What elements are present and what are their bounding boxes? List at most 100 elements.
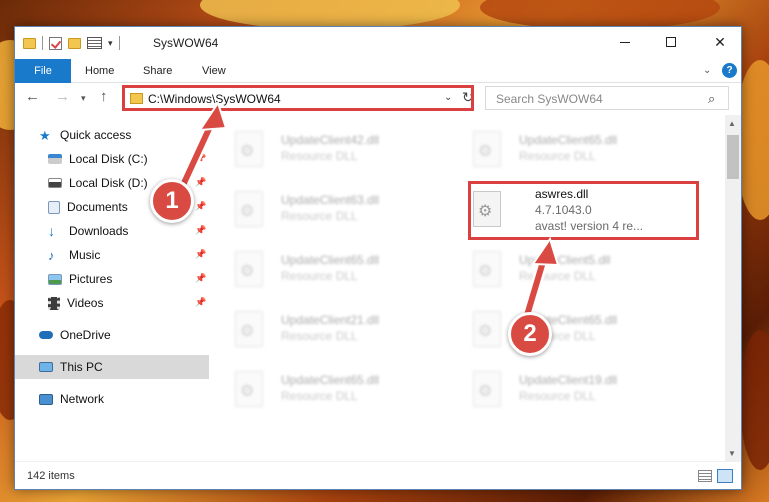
- pin-icon[interactable]: 📌: [195, 201, 206, 212]
- sidebar-item-music[interactable]: ♪ Music 📌: [15, 243, 209, 267]
- file-name: UpdateClient65.dll: [281, 373, 380, 387]
- minimize-icon: [620, 41, 630, 43]
- file-tile[interactable]: UpdateClient21.dll Resource DLL: [211, 303, 431, 359]
- file-name: aswres.dll: [535, 187, 589, 201]
- file-name: UpdateClient5.dll: [519, 253, 611, 267]
- file-name: UpdateClient65.dll: [281, 253, 380, 267]
- back-arrow-icon[interactable]: ←: [25, 88, 40, 105]
- checkmark-icon[interactable]: [49, 36, 62, 50]
- status-bar: 142 items: [15, 461, 741, 489]
- details-view-icon[interactable]: [698, 470, 712, 482]
- properties-icon[interactable]: [87, 37, 102, 49]
- dll-file-icon: [235, 371, 263, 407]
- tab-file[interactable]: File: [15, 59, 71, 83]
- new-folder-icon[interactable]: [68, 37, 81, 49]
- sidebar-item-onedrive[interactable]: OneDrive: [15, 323, 209, 347]
- sidebar-item-label: OneDrive: [60, 328, 111, 342]
- file-tile[interactable]: UpdateClient65.dll Resource DLL: [449, 123, 669, 179]
- close-button[interactable]: ✕: [697, 27, 741, 57]
- scroll-up-icon[interactable]: ▲: [728, 119, 736, 128]
- sidebar-item-downloads[interactable]: ↓ Downloads 📌: [15, 219, 209, 243]
- up-arrow-icon[interactable]: ↑: [100, 88, 108, 105]
- tab-share[interactable]: Share: [143, 59, 172, 83]
- file-tile[interactable]: UpdateClient65.dll Resource DLL: [211, 363, 431, 419]
- window-title: SysWOW64: [153, 36, 219, 50]
- search-input[interactable]: Search SysWOW64 ⌕: [485, 86, 729, 110]
- file-tile[interactable]: UpdateClient65.dll Resource DLL: [449, 303, 669, 359]
- dll-file-icon: [473, 311, 501, 347]
- sidebar-item-network[interactable]: Network: [15, 387, 209, 411]
- tab-home[interactable]: Home: [85, 59, 114, 83]
- file-tile-aswres[interactable]: aswres.dll 4.7.1043.0 avast! version 4 r…: [449, 183, 669, 249]
- dll-file-icon: [473, 371, 501, 407]
- refresh-icon[interactable]: ↻: [462, 89, 474, 106]
- sidebar-item-label: Documents: [67, 200, 128, 214]
- tab-view[interactable]: View: [202, 59, 226, 83]
- forward-arrow-icon[interactable]: →: [55, 88, 70, 105]
- drive-icon: [48, 154, 62, 164]
- navigation-bar: ← → ▾ ↑ C:\Windows\SysWOW64 ⌄ ↻ Search S…: [15, 84, 741, 114]
- pin-icon[interactable]: 📌: [195, 273, 206, 284]
- dll-file-icon: [473, 191, 501, 227]
- file-name: UpdateClient42.dll: [281, 133, 380, 147]
- scrollbar-thumb[interactable]: [727, 135, 739, 179]
- chevron-down-icon[interactable]: ▾: [108, 38, 113, 49]
- recent-locations-icon[interactable]: ▾: [81, 93, 86, 104]
- sidebar-item-label: Local Disk (C:): [69, 152, 148, 166]
- vertical-scrollbar[interactable]: ▲ ▼: [725, 115, 741, 461]
- help-icon[interactable]: ?: [722, 63, 737, 78]
- file-description: Resource DLL: [281, 209, 358, 223]
- cloud-icon: [39, 331, 53, 339]
- network-icon: [39, 393, 53, 405]
- search-icon[interactable]: ⌕: [708, 91, 715, 107]
- file-description: Resource DLL: [281, 149, 358, 163]
- sidebar-item-label: This PC: [60, 360, 103, 374]
- download-arrow-icon: ↓: [48, 222, 55, 239]
- file-description: Resource DLL: [281, 269, 358, 283]
- file-tile[interactable]: UpdateClient5.dll Resource DLL: [449, 243, 669, 299]
- pictures-icon: [48, 273, 62, 285]
- file-tile[interactable]: UpdateClient42.dll Resource DLL: [211, 123, 431, 179]
- file-list: UpdateClient42.dll Resource DLL UpdateCl…: [211, 115, 725, 461]
- dll-file-icon: [235, 191, 263, 227]
- address-bar[interactable]: C:\Windows\SysWOW64 ⌄ ↻: [123, 86, 474, 110]
- title-bar: ▾ SysWOW64 ✕: [15, 27, 741, 59]
- file-tile[interactable]: UpdateClient19.dll Resource DLL: [449, 363, 669, 419]
- scroll-down-icon[interactable]: ▼: [728, 449, 736, 458]
- toolbar-divider: [42, 36, 43, 50]
- file-tile[interactable]: UpdateClient63.dll Resource DLL: [211, 183, 431, 239]
- pin-icon[interactable]: 📌: [195, 297, 206, 308]
- pin-icon[interactable]: 📌: [195, 177, 206, 188]
- minimize-button[interactable]: [602, 27, 648, 57]
- dll-file-icon: [235, 131, 263, 167]
- file-description: avast! version 4 re...: [535, 219, 644, 233]
- star-icon: ★: [39, 127, 51, 143]
- expand-ribbon-icon[interactable]: ⌄: [703, 65, 711, 76]
- sidebar-item-label: Quick access: [60, 128, 132, 142]
- folder-icon: [23, 37, 36, 49]
- sidebar-item-this-pc[interactable]: This PC: [15, 355, 209, 379]
- sidebar-item-label: Downloads: [69, 224, 129, 238]
- file-tile[interactable]: UpdateClient65.dll Resource DLL: [211, 243, 431, 299]
- address-path[interactable]: C:\Windows\SysWOW64: [148, 92, 281, 106]
- file-version: 4.7.1043.0: [535, 203, 592, 217]
- dll-file-icon: [473, 131, 501, 167]
- file-description: Resource DLL: [281, 329, 358, 343]
- sidebar-item-videos[interactable]: Videos 📌: [15, 291, 209, 315]
- callout-badge-1: 1: [150, 179, 194, 223]
- folder-icon: [130, 93, 143, 104]
- drive-icon: [48, 178, 62, 188]
- sidebar-item-local-disk-c[interactable]: Local Disk (C:) 📌: [15, 147, 209, 171]
- sidebar-item-pictures[interactable]: Pictures 📌: [15, 267, 209, 291]
- pin-icon[interactable]: 📌: [195, 249, 206, 260]
- maximize-button[interactable]: [648, 27, 694, 57]
- chevron-down-icon[interactable]: ⌄: [444, 92, 452, 103]
- file-description: Resource DLL: [281, 389, 358, 403]
- item-count: 142 items: [27, 470, 75, 482]
- pin-icon[interactable]: 📌: [195, 153, 206, 164]
- pin-icon[interactable]: 📌: [195, 225, 206, 236]
- maximize-icon: [666, 37, 676, 47]
- tiles-view-icon[interactable]: [717, 469, 733, 483]
- file-description: Resource DLL: [519, 149, 596, 163]
- sidebar-item-quick-access[interactable]: ★ Quick access: [15, 123, 209, 147]
